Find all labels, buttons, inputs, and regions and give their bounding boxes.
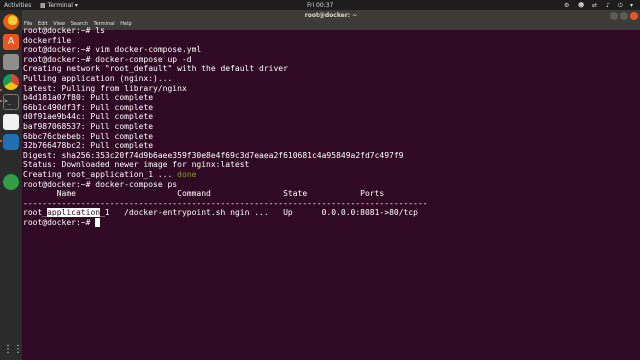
terminal-line: Creating network "root_default" with the… <box>23 64 288 74</box>
terminal-output[interactable]: root@docker:~# ls dockerfile root@docker… <box>22 26 640 360</box>
firefox-icon[interactable] <box>3 14 19 30</box>
update-icon[interactable]: ⚙ <box>564 2 569 9</box>
running-indicator <box>0 100 2 102</box>
terminal-small-icon: ▩ <box>40 1 48 9</box>
update-icon[interactable] <box>3 174 19 190</box>
terminal-line: root@docker:~# docker-compose up -d <box>23 54 192 64</box>
network-icon[interactable]: ⇄ <box>592 2 597 9</box>
close-button[interactable] <box>630 12 638 20</box>
accessibility-icon[interactable]: ☻ <box>578 2 584 9</box>
ps-table-header: Name Command State Ports <box>23 189 385 199</box>
running-indicator <box>0 89 2 91</box>
terminal-line: Digest: sha256:353c20f74d9b6aee359f30e8e… <box>23 150 404 160</box>
activities-button[interactable]: Activities <box>4 2 31 9</box>
terminal-line: 32b766478bc2: Pull complete <box>23 141 154 151</box>
chevron-down-icon[interactable]: ▾ <box>630 2 633 9</box>
dock: A >_ ⋮⋮⋮ <box>0 10 33 360</box>
ps-row-suffix: _1 /docker-entrypoint.sh ngin ... Up 0.0… <box>100 208 418 218</box>
terminal-line: d0f91ae9b44c: Pull complete <box>23 112 154 122</box>
terminal-line: root@docker:~# vim docker-compose.yml <box>23 45 202 55</box>
selected-text[interactable]: application <box>47 208 101 218</box>
power-icon[interactable]: ⏻ <box>618 2 623 9</box>
ps-table-divider: ----------------------------------------… <box>23 198 428 208</box>
app-menu-label: Terminal <box>47 1 73 9</box>
terminal-line: root@docker:~# ls <box>23 26 105 35</box>
clock[interactable]: Fri 00:37 <box>307 2 333 9</box>
terminal-line: Pulling application (nginx:)... <box>23 73 173 83</box>
terminal-line: b4d181a07f80: Pull complete <box>23 93 154 103</box>
terminal-line: 6bbc76cbebeb: Pull complete <box>23 131 154 141</box>
creating-line: Creating root_application_1 ... <box>23 169 178 179</box>
running-indicator <box>0 140 2 142</box>
terminal-line: latest: Pulling from library/nginx <box>23 83 187 93</box>
done-status: done <box>177 169 197 179</box>
terminal-icon[interactable]: >_ <box>3 94 19 110</box>
app-grid-icon[interactable]: ⋮⋮⋮ <box>3 342 33 358</box>
app-menu-terminal[interactable]: ▩ Terminal ▾ <box>40 2 78 9</box>
terminal-line: Status: Downloaded newer image for nginx… <box>23 160 250 170</box>
chevron-down-icon: ▾ <box>72 1 78 9</box>
terminal-line: dockerfile <box>23 35 72 45</box>
files-icon[interactable] <box>3 54 19 70</box>
window-title: root@docker: ~ <box>304 11 358 19</box>
terminal-line: baf987068537: Pull complete <box>23 121 154 131</box>
final-prompt: root@docker:~# <box>23 217 96 227</box>
terminal-line: 66b1c490df3f: Pull complete <box>23 102 154 112</box>
maximize-button[interactable] <box>620 12 628 20</box>
cursor <box>95 217 101 227</box>
ps-command-line: root@docker:~# docker-compose ps <box>23 179 178 189</box>
volume-icon[interactable]: ♪ <box>606 2 610 9</box>
system-top-bar: Activities ▩ Terminal ▾ Fri 00:37 ⚙ ☻ ⇄ … <box>0 0 640 10</box>
text-editor-icon[interactable] <box>3 114 19 130</box>
chrome-icon[interactable] <box>3 74 19 90</box>
vscode-icon[interactable] <box>3 134 19 150</box>
terminal-text: root@docker:~# ls dockerfile root@docker… <box>23 26 428 227</box>
ps-row-prefix: root_ <box>23 208 48 218</box>
minimize-button[interactable] <box>610 12 618 20</box>
software-center-icon[interactable]: A <box>3 34 19 50</box>
